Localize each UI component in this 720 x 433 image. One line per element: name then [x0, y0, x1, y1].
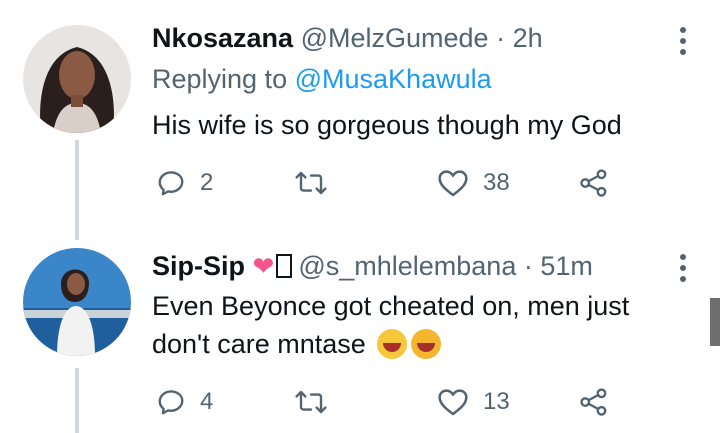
retweet-button[interactable]	[294, 163, 342, 203]
reply-icon	[158, 390, 184, 415]
reply-count: 2	[200, 169, 214, 196]
retweet-button[interactable]	[294, 382, 342, 422]
reply-button[interactable]: 4	[156, 382, 213, 422]
reply-icon	[158, 171, 184, 196]
thread-line	[75, 140, 79, 240]
share-icon	[580, 169, 607, 197]
reply-count: 4	[200, 388, 214, 415]
user-handle[interactable]: @MelzGumede	[301, 23, 489, 53]
more-options-icon[interactable]	[680, 27, 688, 60]
woman-braids-avatar-icon	[23, 25, 131, 133]
thread-line	[75, 368, 79, 433]
heart-icon	[438, 170, 468, 197]
tweet-header: Sip-Sip ❤ @s_mhlelembana · 51m	[152, 250, 593, 282]
replying-prefix: Replying to	[152, 64, 288, 94]
tweet-text: Even Beyonce got cheated on, men just do…	[152, 287, 692, 363]
woman-sea-avatar-icon	[23, 248, 131, 356]
like-button[interactable]: 38	[437, 163, 510, 203]
tweet-text-line-1: Even Beyonce got cheated on, men just	[152, 291, 630, 321]
timestamp[interactable]: 51m	[540, 251, 593, 281]
tweet-text-content: His wife is so gorgeous though my God	[152, 110, 622, 140]
retweet-icon	[295, 171, 327, 195]
separator-dot: ·	[496, 23, 506, 53]
action-bar: 2 38	[152, 163, 632, 203]
unknown-glyph-icon	[276, 254, 293, 278]
display-name[interactable]: Nkosazana	[152, 23, 293, 53]
tweet-text: His wife is so gorgeous though my God	[152, 106, 692, 144]
like-button[interactable]: 13	[437, 382, 510, 422]
like-count: 38	[483, 169, 510, 196]
separator-dot: ·	[523, 251, 533, 281]
tweet-1[interactable]: Nkosazana @MelzGumede · 2h Replying to @…	[0, 0, 720, 240]
retweet-icon	[295, 390, 327, 414]
share-button[interactable]	[579, 382, 609, 422]
replying-mention-link[interactable]: @MusaKhawula	[295, 64, 492, 94]
share-button[interactable]	[579, 163, 609, 203]
tweet-header: Nkosazana @MelzGumede · 2h	[152, 22, 543, 54]
share-icon	[580, 388, 607, 416]
timestamp[interactable]: 2h	[513, 23, 543, 53]
like-count: 13	[483, 388, 510, 415]
scrollbar-thumb[interactable]	[710, 298, 720, 346]
avatar[interactable]	[23, 248, 131, 356]
crying-emoji-icon	[411, 329, 442, 359]
laughing-emoji-icon	[377, 329, 408, 359]
tweet-2[interactable]: Sip-Sip ❤ @s_mhlelembana · 51m Even Beyon…	[0, 240, 720, 433]
more-options-icon[interactable]	[680, 254, 688, 287]
avatar[interactable]	[23, 25, 131, 133]
heart-icon	[438, 389, 468, 416]
user-handle[interactable]: @s_mhlelembana	[298, 251, 516, 281]
display-name[interactable]: Sip-Sip	[152, 251, 245, 281]
heart-emoji-icon: ❤	[252, 251, 275, 281]
reply-button[interactable]: 2	[156, 163, 213, 203]
replying-to: Replying to @MusaKhawula	[152, 63, 492, 95]
tweet-text-line-2: don't care mntase	[152, 329, 366, 359]
action-bar: 4 13	[152, 382, 632, 422]
tweet-text-line-2-wrap: don't care mntase	[152, 325, 692, 363]
